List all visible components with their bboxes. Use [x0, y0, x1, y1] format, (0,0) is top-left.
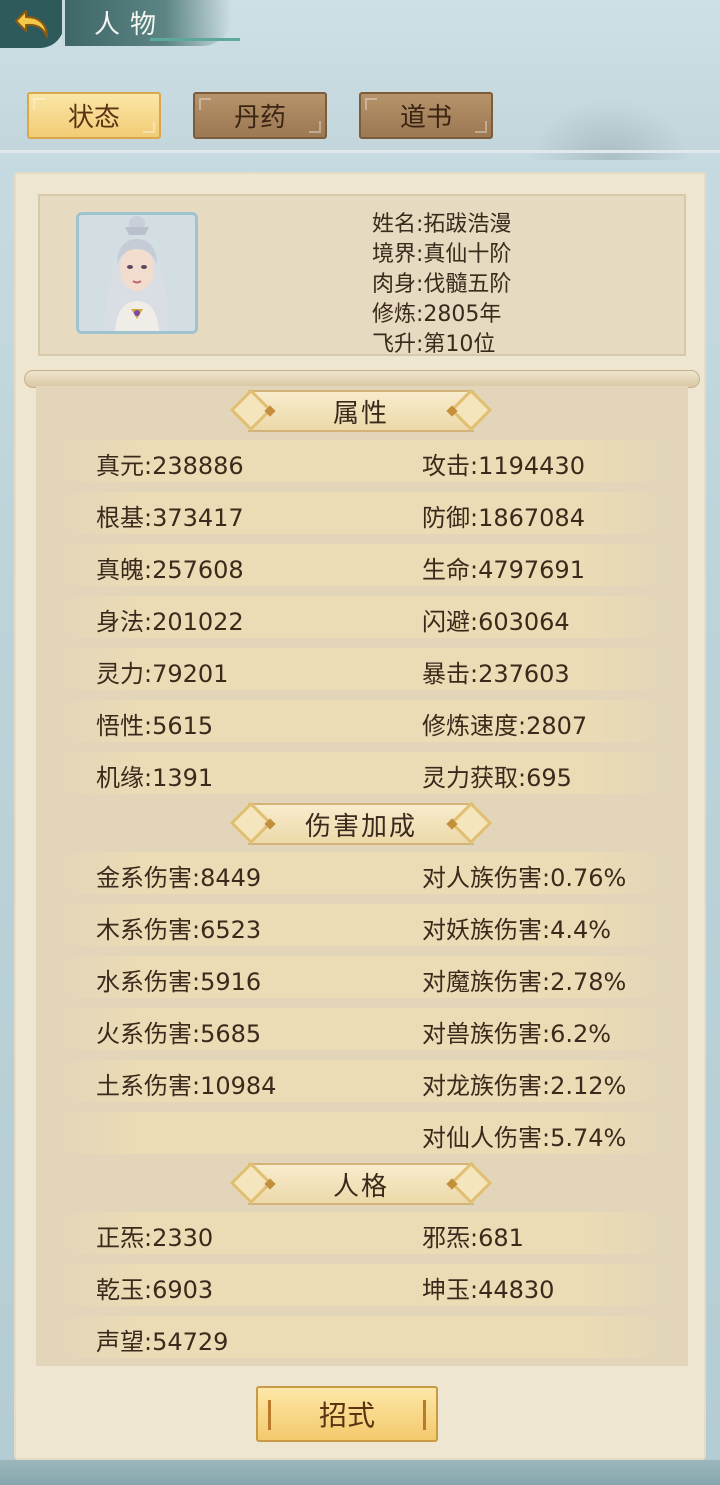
stat-zhengqi: 正炁:2330 — [96, 1224, 214, 1252]
back-button[interactable] — [0, 0, 64, 48]
section-title-attributes: 属性 — [332, 398, 389, 429]
skills-button[interactable]: 招式 — [256, 1386, 438, 1442]
stat-row: 真魄:257608 生命:4797691 — [52, 544, 672, 586]
stat-row: 灵力:79201 暴击:237603 — [52, 648, 672, 690]
stat-row: 真元:238886 攻击:1194430 — [52, 440, 672, 482]
stat-row: 正炁:2330 邪炁:681 — [52, 1212, 672, 1254]
stat-fire-damage: 火系伤害:5685 — [96, 1020, 262, 1048]
stat-row: 对仙人伤害:5.74% — [52, 1112, 672, 1154]
stat-row: 身法:201022 闪避:603064 — [52, 596, 672, 638]
tab-daoshu-label: 道书 — [399, 103, 452, 133]
bottom-edge — [0, 1460, 720, 1485]
profile-info: 姓名:拓跋浩漫 境界:真仙十阶 肉身:伐髓五阶 修炼:2805年 飞升:第10位 — [372, 210, 511, 360]
back-arrow-icon — [15, 10, 48, 38]
stat-vs-demon: 对妖族伤害:4.4% — [422, 916, 612, 944]
stats-scroll[interactable]: 属性 真元:238886 攻击:1194430 根基:373417 防御:186… — [36, 386, 688, 1366]
section-header-damage: 伤害加成 — [229, 801, 493, 845]
stat-wuxing: 悟性:5615 — [96, 712, 214, 740]
stat-zhenyuan: 真元:238886 — [96, 452, 244, 480]
character-avatar[interactable] — [76, 212, 198, 334]
stat-crit: 暴击:237603 — [422, 660, 570, 688]
stat-row: 金系伤害:8449 对人族伤害:0.76% — [52, 852, 672, 894]
stat-reputation: 声望:54729 — [96, 1328, 229, 1356]
section-header-personality: 人格 — [229, 1161, 493, 1205]
stat-vs-immortal: 对仙人伤害:5.74% — [422, 1124, 627, 1152]
profile-name: 姓名:拓跋浩漫 — [372, 212, 512, 237]
stat-zhenpo: 真魄:257608 — [96, 556, 244, 584]
stat-kunyu: 坤玉:44830 — [422, 1276, 555, 1304]
stat-row: 土系伤害:10984 对龙族伤害:2.12% — [52, 1060, 672, 1102]
profile-cultivation: 修炼:2805年 — [372, 302, 502, 327]
section-title-damage: 伤害加成 — [304, 811, 417, 842]
stat-dodge: 闪避:603064 — [422, 608, 570, 636]
stat-vs-dragon: 对龙族伤害:2.12% — [422, 1072, 627, 1100]
stat-jiyuan: 机缘:1391 — [96, 764, 214, 792]
stat-earth-damage: 土系伤害:10984 — [96, 1072, 277, 1100]
stat-vs-beast: 对兽族伤害:6.2% — [422, 1020, 612, 1048]
stat-life: 生命:4797691 — [422, 556, 585, 584]
stat-vs-mo: 对魔族伤害:2.78% — [422, 968, 627, 996]
tab-pills[interactable]: 丹药 — [193, 92, 327, 139]
stat-qianyu: 乾玉:6903 — [96, 1276, 214, 1304]
stat-row: 水系伤害:5916 对魔族伤害:2.78% — [52, 956, 672, 998]
profile-card: 姓名:拓跋浩漫 境界:真仙十阶 肉身:伐髓五阶 修炼:2805年 飞升:第10位 — [38, 194, 686, 357]
character-portrait-icon — [79, 215, 195, 331]
stat-row: 乾玉:6903 坤玉:44830 — [52, 1264, 672, 1306]
stat-shenfa: 身法:201022 — [96, 608, 244, 636]
skills-button-label: 招式 — [318, 1399, 375, 1432]
section-title-personality: 人格 — [332, 1171, 389, 1202]
stat-row: 木系伤害:6523 对妖族伤害:4.4% — [52, 904, 672, 946]
stat-vs-human: 对人族伤害:0.76% — [422, 864, 627, 892]
tab-status[interactable]: 状态 — [27, 92, 161, 139]
stat-lingli: 灵力:79201 — [96, 660, 229, 688]
stat-genji: 根基:373417 — [96, 504, 244, 532]
stat-lingli-gain: 灵力获取:695 — [422, 764, 572, 792]
stat-attack: 攻击:1194430 — [422, 452, 585, 480]
character-panel: 姓名:拓跋浩漫 境界:真仙十阶 肉身:伐髓五阶 修炼:2805年 飞升:第10位… — [14, 172, 706, 1460]
stat-row: 火系伤害:5685 对兽族伤害:6.2% — [52, 1008, 672, 1050]
stat-wood-damage: 木系伤害:6523 — [96, 916, 262, 944]
tab-status-label: 状态 — [67, 103, 120, 133]
stat-cultivation-speed: 修炼速度:2807 — [422, 712, 588, 740]
profile-ascension: 飞升:第10位 — [372, 332, 496, 357]
profile-body: 肉身:伐髓五阶 — [372, 272, 512, 297]
section-header-attributes: 属性 — [229, 388, 493, 432]
stat-water-damage: 水系伤害:5916 — [96, 968, 262, 996]
stat-metal-damage: 金系伤害:8449 — [96, 864, 262, 892]
tab-daoshu[interactable]: 道书 — [359, 92, 493, 139]
page-title: 人物 — [94, 10, 167, 40]
stat-row: 声望:54729 — [52, 1316, 672, 1358]
stat-row: 悟性:5615 修炼速度:2807 — [52, 700, 672, 742]
stat-xieqi: 邪炁:681 — [422, 1224, 524, 1252]
stat-row: 机缘:1391 灵力获取:695 — [52, 752, 672, 794]
stat-row: 根基:373417 防御:1867084 — [52, 492, 672, 534]
stat-defense: 防御:1867084 — [422, 504, 585, 532]
tab-pills-label: 丹药 — [233, 103, 286, 133]
profile-realm: 境界:真仙十阶 — [372, 242, 512, 267]
header-divider — [0, 150, 720, 153]
